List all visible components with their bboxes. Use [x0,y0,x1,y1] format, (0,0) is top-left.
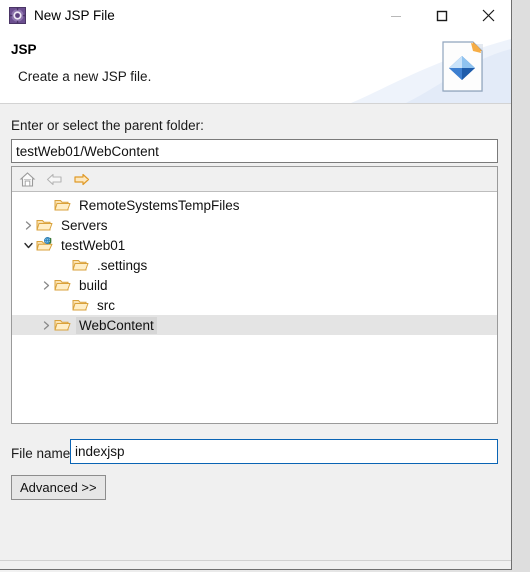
folder-tree-panel: RemoteSystemsTempFiles Servers testWeb01… [11,166,498,424]
page-title: JSP [11,42,37,57]
tree-item-settings[interactable]: .settings [12,255,497,275]
chevron-down-icon[interactable] [20,241,36,250]
tree-item-webcontent[interactable]: WebContent [12,315,497,335]
folder-icon [54,197,71,213]
page-description: Create a new JSP file. [18,69,152,84]
tree-item-label: build [79,277,108,293]
tree-item-testweb01[interactable]: testWeb01 [12,235,497,255]
title-bar: New JSP File [0,0,511,31]
eclipse-wizard-icon [9,7,26,24]
parent-folder-label: Enter or select the parent folder: [11,118,204,133]
forward-arrow-icon[interactable] [73,171,90,188]
close-button[interactable] [465,0,511,31]
tree-item-label: .settings [97,257,148,273]
file-name-label: File name: [11,446,75,461]
folder-tree[interactable]: RemoteSystemsTempFiles Servers testWeb01… [12,192,497,423]
tree-item-label: testWeb01 [61,237,126,253]
dialog-footer: ? < Back Next > Finish Cancel CSDN @Java… [0,560,511,569]
new-jsp-file-dialog: New JSP File JSP Create a new JSP file. [0,0,512,570]
chevron-right-icon[interactable] [38,320,54,330]
file-name-input[interactable] [70,439,498,464]
wizard-header: JSP Create a new JSP file. [0,31,511,104]
tree-item-src[interactable]: src [12,295,497,315]
minimize-button[interactable] [373,0,419,31]
jsp-file-banner-icon [435,39,493,97]
maximize-button[interactable] [419,0,465,31]
tree-item-remotesystemstempfiles[interactable]: RemoteSystemsTempFiles [12,195,497,215]
project-folder-icon [36,237,53,253]
chevron-right-icon[interactable] [38,280,54,290]
advanced-button[interactable]: Advanced >> [11,475,106,500]
chevron-right-icon[interactable] [20,220,36,230]
parent-folder-input[interactable] [11,139,498,163]
tree-item-label: src [97,297,115,313]
tree-item-label: RemoteSystemsTempFiles [79,197,240,213]
window-controls [373,0,511,31]
back-arrow-icon[interactable] [46,171,63,188]
tree-toolbar [12,167,497,192]
dialog-body: Enter or select the parent folder: testW… [0,104,511,560]
folder-icon [54,317,71,333]
tree-item-label: Servers [61,217,108,233]
folder-icon [36,217,53,233]
window-title: New JSP File [34,8,115,23]
home-icon[interactable] [19,171,36,188]
tree-item-servers[interactable]: Servers [12,215,497,235]
folder-icon [72,297,89,313]
folder-icon [72,257,89,273]
tree-item-build[interactable]: build [12,275,497,295]
folder-icon [54,277,71,293]
tree-item-label: WebContent [76,316,157,334]
